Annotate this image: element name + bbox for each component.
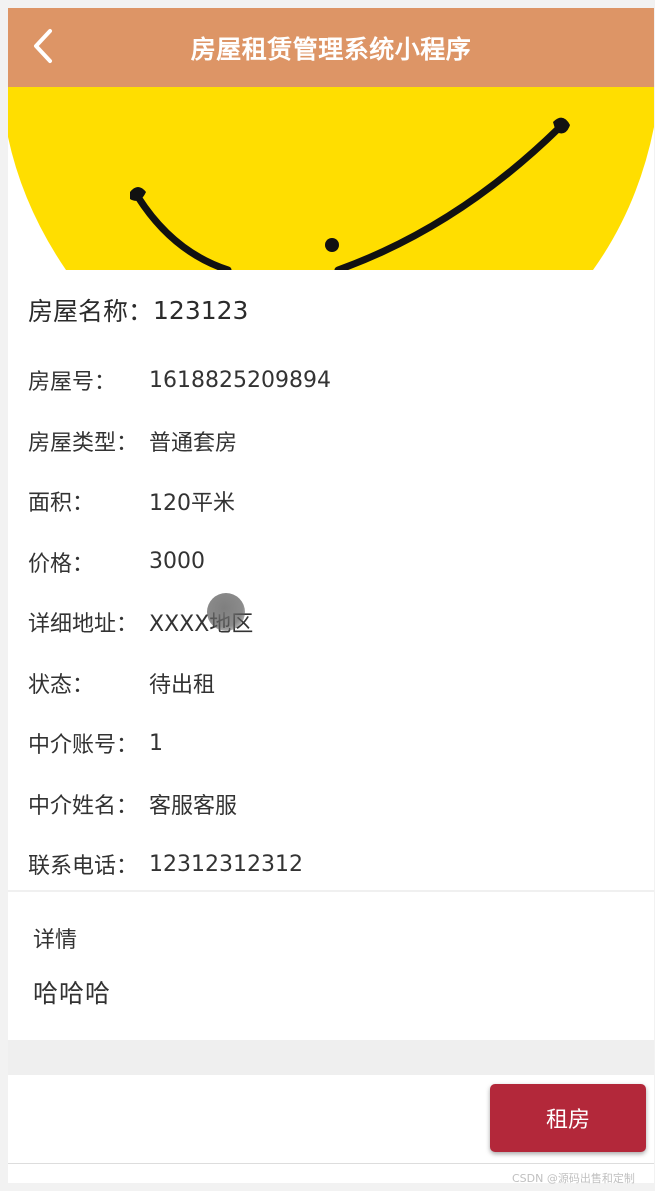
field-label: 联系电话： — [28, 854, 139, 880]
field-label: 详细地址： — [28, 612, 139, 638]
field-value: 待出租 — [149, 672, 216, 698]
field-label: 房屋号： — [28, 370, 117, 396]
back-button[interactable] — [28, 26, 58, 66]
field-value: 120平米 — [149, 491, 235, 517]
house-image — [8, 87, 654, 270]
watermark: CSDN @源码出售和定制 — [512, 1172, 635, 1185]
price-row: 价格： 3000 — [28, 532, 638, 593]
field-value: 12312312312 — [149, 851, 303, 877]
field-label: 状态： — [28, 672, 95, 698]
area-row: 面积： 120平米 — [28, 471, 638, 532]
bottom-action-bar: 租房 — [8, 1075, 654, 1183]
house-name-row: 房屋名称： 123123 — [28, 270, 638, 350]
rent-button[interactable]: 租房 — [490, 1084, 646, 1152]
chevron-left-icon — [34, 29, 52, 63]
house-info: 房屋名称： 123123 房屋号： 1618825209894 房屋类型： 普通… — [28, 270, 638, 895]
field-value: 1 — [149, 730, 163, 756]
house-type-row: 房屋类型： 普通套房 — [28, 411, 638, 472]
agent-account-row: 中介账号： 1 — [28, 713, 638, 774]
house-name-value: 123123 — [153, 295, 249, 325]
detail-section: 详情 哈哈哈 — [8, 892, 654, 1040]
phone-screen: 房屋租赁管理系统小程序 房屋名称： 123123 房屋号： 1618825209… — [8, 8, 654, 1183]
detail-title: 详情 — [33, 928, 78, 953]
field-value: 普通套房 — [149, 430, 238, 456]
field-value: 1618825209894 — [149, 367, 331, 393]
address-row: 详细地址： XXXX地区 — [28, 592, 638, 653]
bottom-divider — [8, 1163, 654, 1164]
page-title: 房屋租赁管理系统小程序 — [190, 34, 472, 64]
field-value: 3000 — [149, 549, 205, 575]
contact-phone-row: 联系电话： 12312312312 — [28, 834, 638, 895]
field-value: 客服客服 — [149, 793, 238, 819]
status-row: 状态： 待出租 — [28, 653, 638, 714]
field-label: 房屋类型： — [28, 430, 139, 456]
field-label: 面积： — [28, 491, 95, 517]
field-label: 价格： — [28, 551, 95, 577]
house-number-row: 房屋号： 1618825209894 — [28, 350, 638, 411]
field-label: 中介姓名： — [28, 793, 139, 819]
section-gap — [8, 1040, 654, 1075]
touch-cursor-indicator — [207, 593, 245, 631]
detail-content: 哈哈哈 — [33, 979, 112, 1008]
agent-name-row: 中介姓名： 客服客服 — [28, 774, 638, 835]
field-label: 中介账号： — [28, 733, 139, 759]
house-name-label: 房屋名称： — [28, 297, 154, 326]
smiley-face-image — [8, 87, 654, 270]
top-navigation-bar: 房屋租赁管理系统小程序 — [8, 8, 654, 87]
